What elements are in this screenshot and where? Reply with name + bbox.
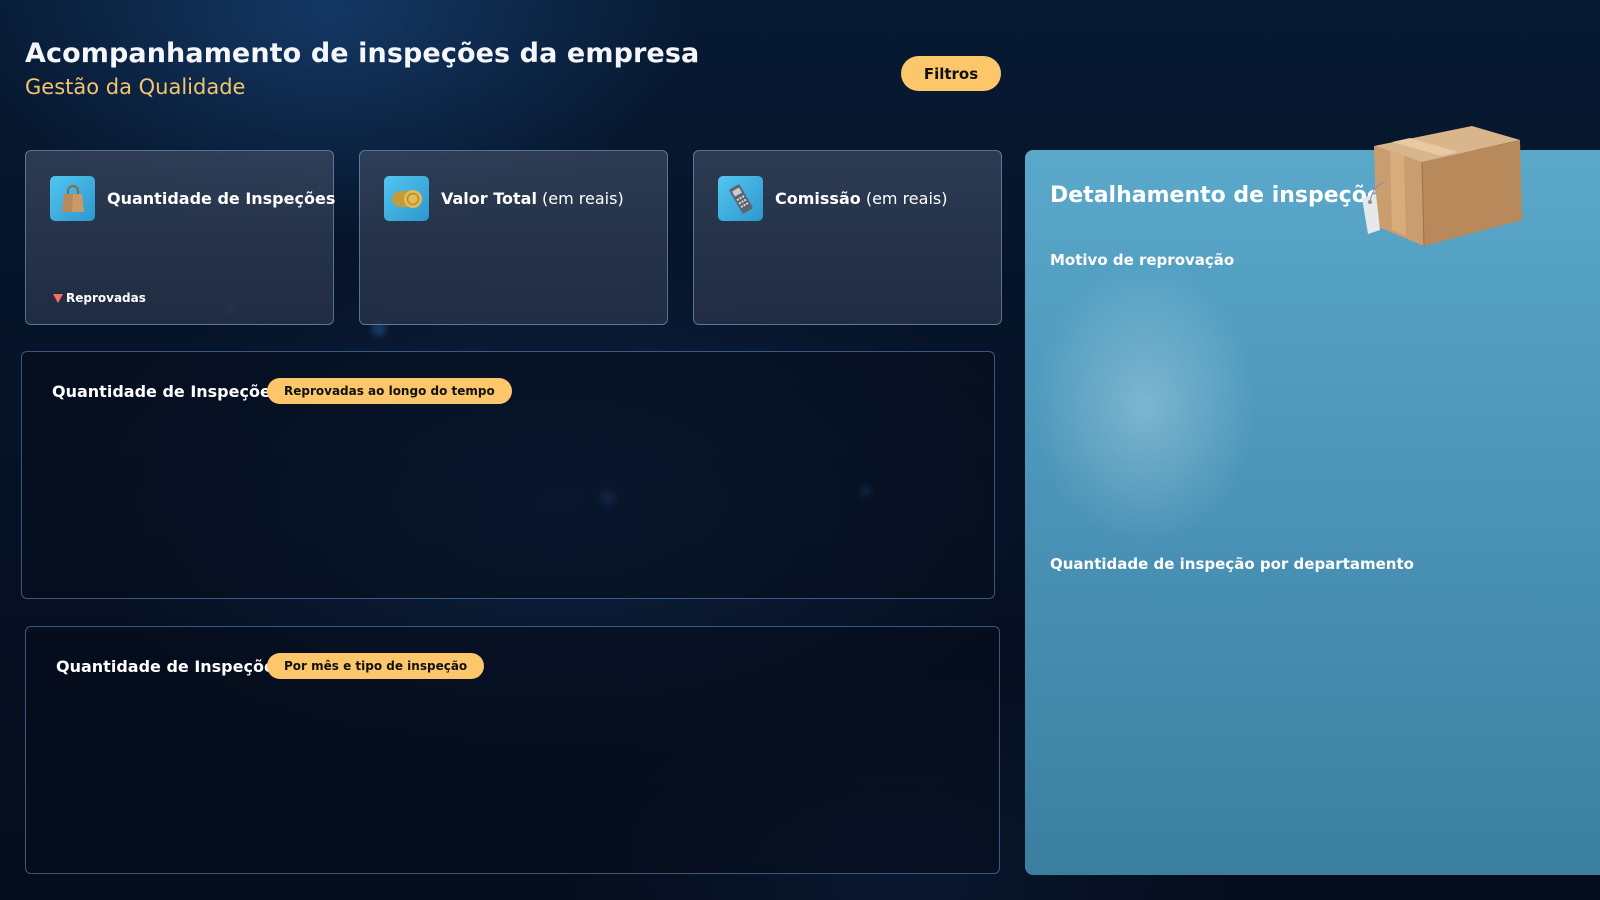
panel-title: Quantidade de Inspeções: [52, 382, 281, 401]
chart-panel-monthly-by-type: Quantidade de Inspeções Por mês e tipo d…: [25, 626, 1000, 874]
kpi-delta-label: Reprovadas: [66, 291, 146, 305]
side-panel-title: Detalhamento de inspeções: [1050, 183, 1395, 208]
panel-title: Quantidade de Inspeções: [56, 657, 285, 676]
kpi-card-inspections: Quantidade de Inspeções Reprovadas: [25, 150, 336, 325]
kpi-card-commission: Comissão (em reais): [693, 150, 1002, 325]
coins-icon: [384, 176, 429, 221]
section-by-department: Quantidade de inspeção por departamento: [1050, 555, 1414, 573]
card-machine-icon: [718, 176, 763, 221]
chart-panel-rejected-over-time: Quantidade de Inspeções Reprovadas ao lo…: [21, 351, 995, 599]
kpi-title: Quantidade de Inspeções: [107, 189, 336, 208]
kpi-delta: Reprovadas: [53, 291, 146, 305]
kpi-title: Valor Total (em reais): [441, 189, 624, 208]
kpi-title: Comissão (em reais): [775, 189, 948, 208]
kpi-card-total-value: Valor Total (em reais): [359, 150, 668, 325]
page-header: Acompanhamento de inspeções da empresa G…: [25, 38, 699, 99]
page-subtitle: Gestão da Qualidade: [25, 75, 246, 99]
cardboard-box-icon: [1362, 118, 1527, 254]
filters-button[interactable]: Filtros: [901, 56, 1001, 91]
details-side-panel: Detalhamento de inspeções Motivo de repr…: [1025, 150, 1600, 875]
page-title: Acompanhamento de inspeções da empresa: [25, 38, 700, 69]
section-rejection-reason: Motivo de reprovação: [1050, 251, 1235, 269]
panel-badge: Reprovadas ao longo do tempo: [267, 378, 512, 404]
panel-badge: Por mês e tipo de inspeção: [267, 653, 485, 679]
down-arrow-icon: [53, 293, 63, 303]
shopping-bag-icon: [50, 176, 95, 221]
